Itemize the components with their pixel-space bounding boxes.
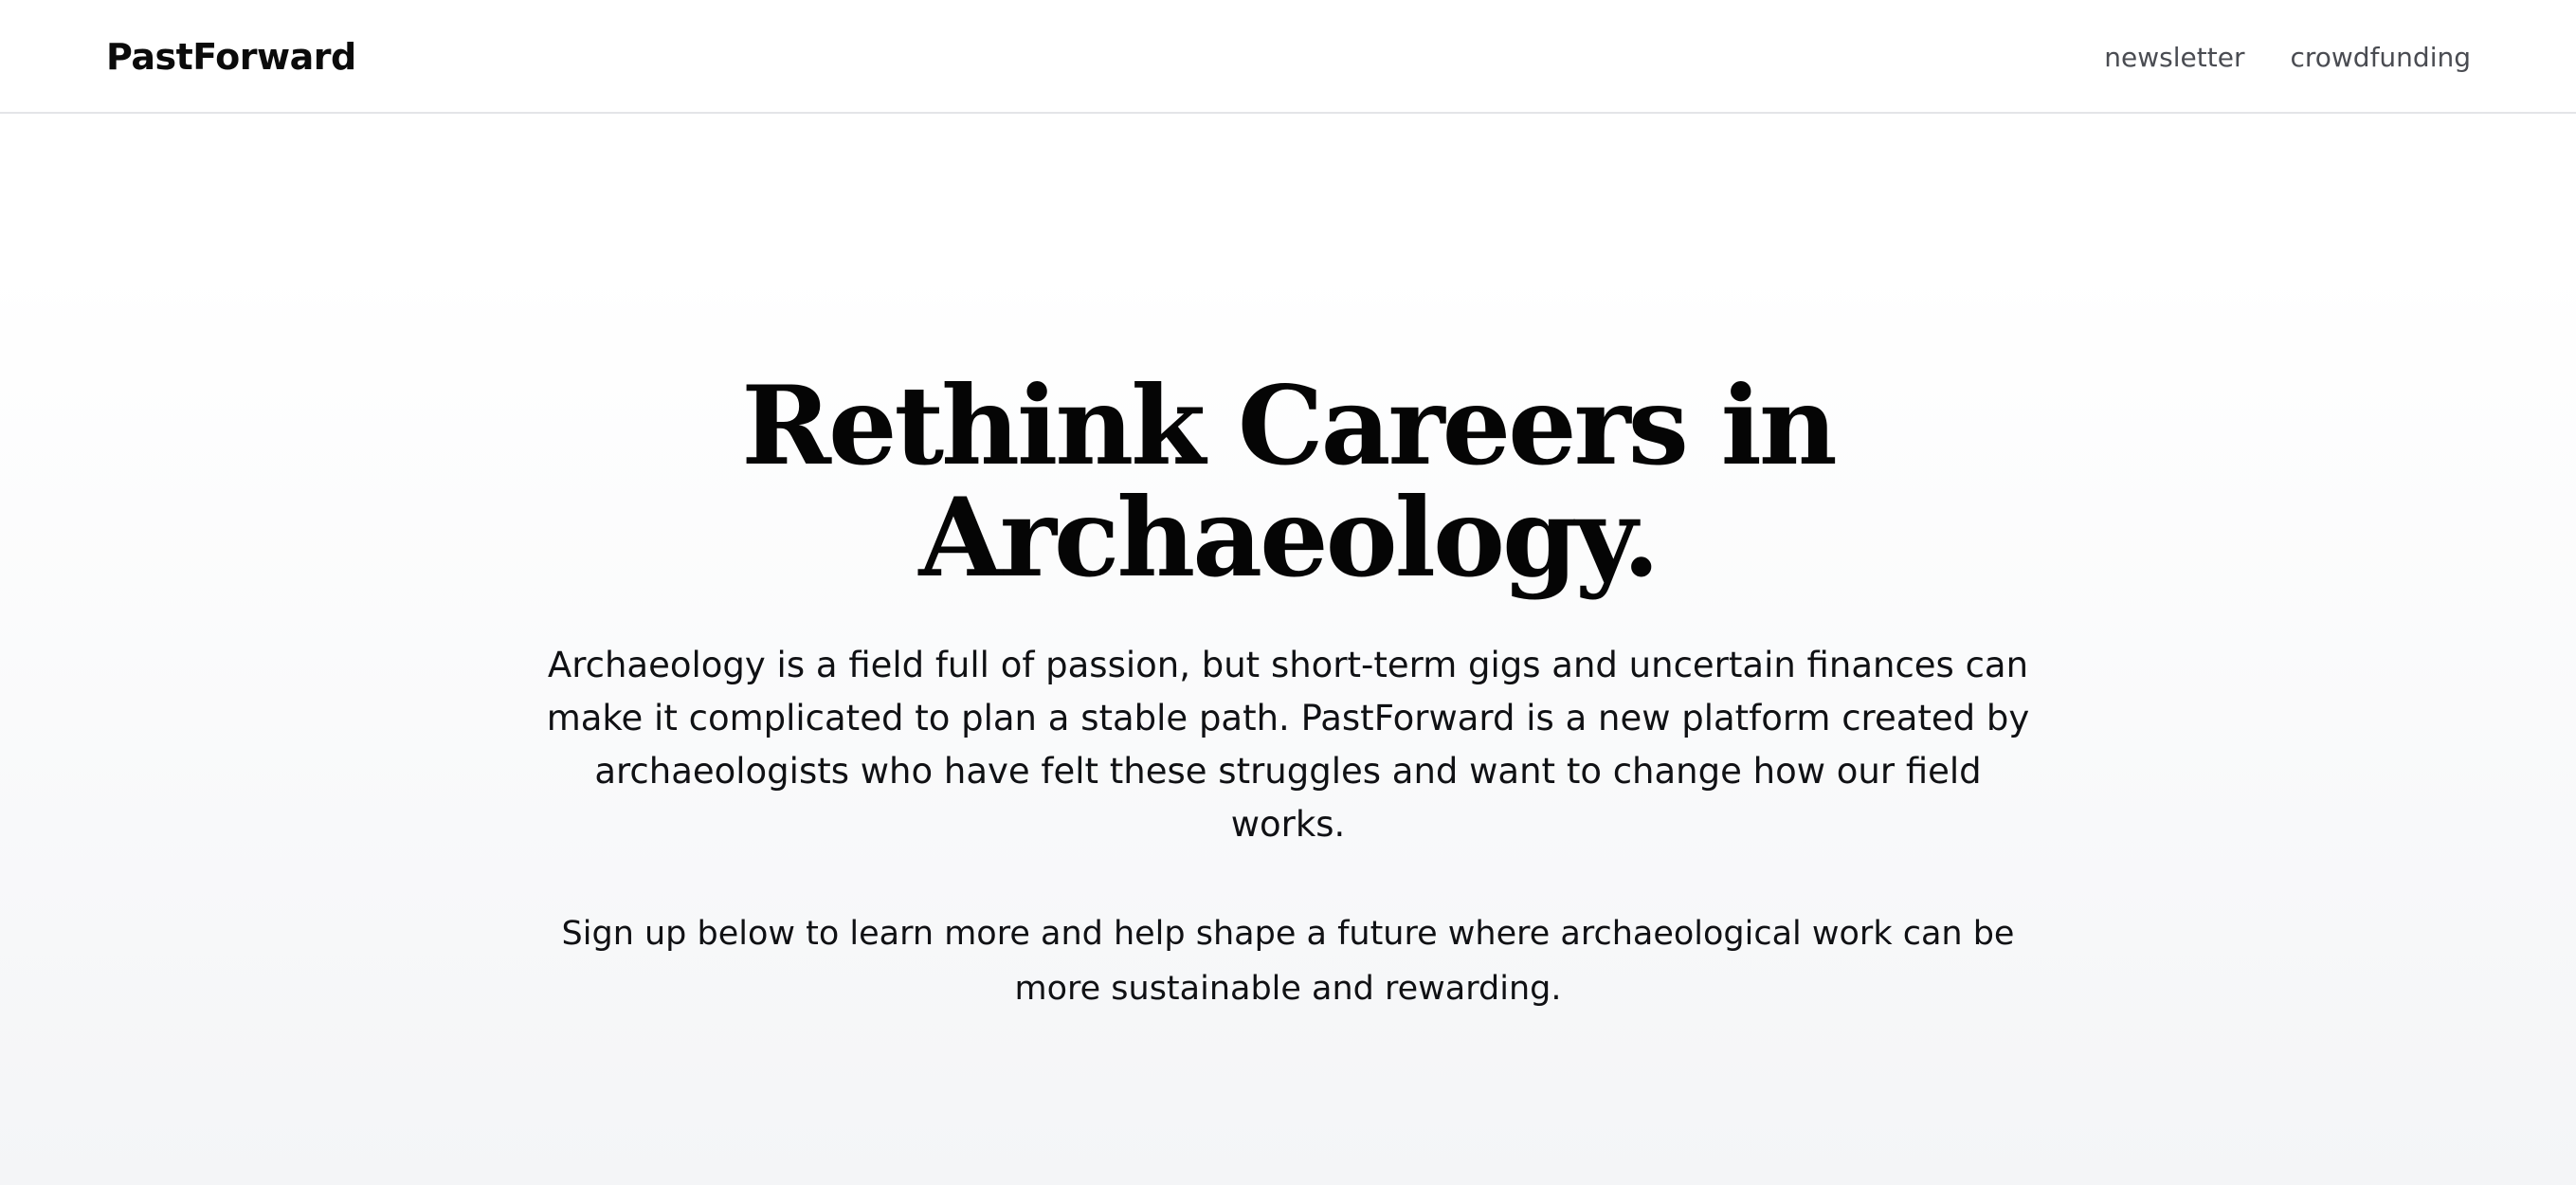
nav-link-crowdfunding[interactable]: crowdfunding — [2290, 42, 2471, 73]
hero-content: Rethink Careers in Archaeology. Archaeol… — [482, 370, 2094, 1016]
hero-title-line-1: Rethink Careers in — [741, 362, 1838, 489]
site-header: PastForward newsletter crowdfunding — [0, 0, 2576, 114]
hero-section: Rethink Careers in Archaeology. Archaeol… — [0, 114, 2576, 1185]
main-nav: newsletter crowdfunding — [2104, 0, 2471, 114]
brand-logo[interactable]: PastForward — [106, 0, 356, 114]
nav-link-newsletter[interactable]: newsletter — [2104, 42, 2244, 73]
signup-prompt: Sign up below to learn more and help sha… — [561, 915, 2015, 1008]
hero-description: Archaeology is a field full of passion, … — [546, 645, 2030, 845]
hero-title-line-2: Archaeology. — [918, 474, 1660, 601]
hero-title: Rethink Careers in Archaeology. — [482, 370, 2094, 593]
